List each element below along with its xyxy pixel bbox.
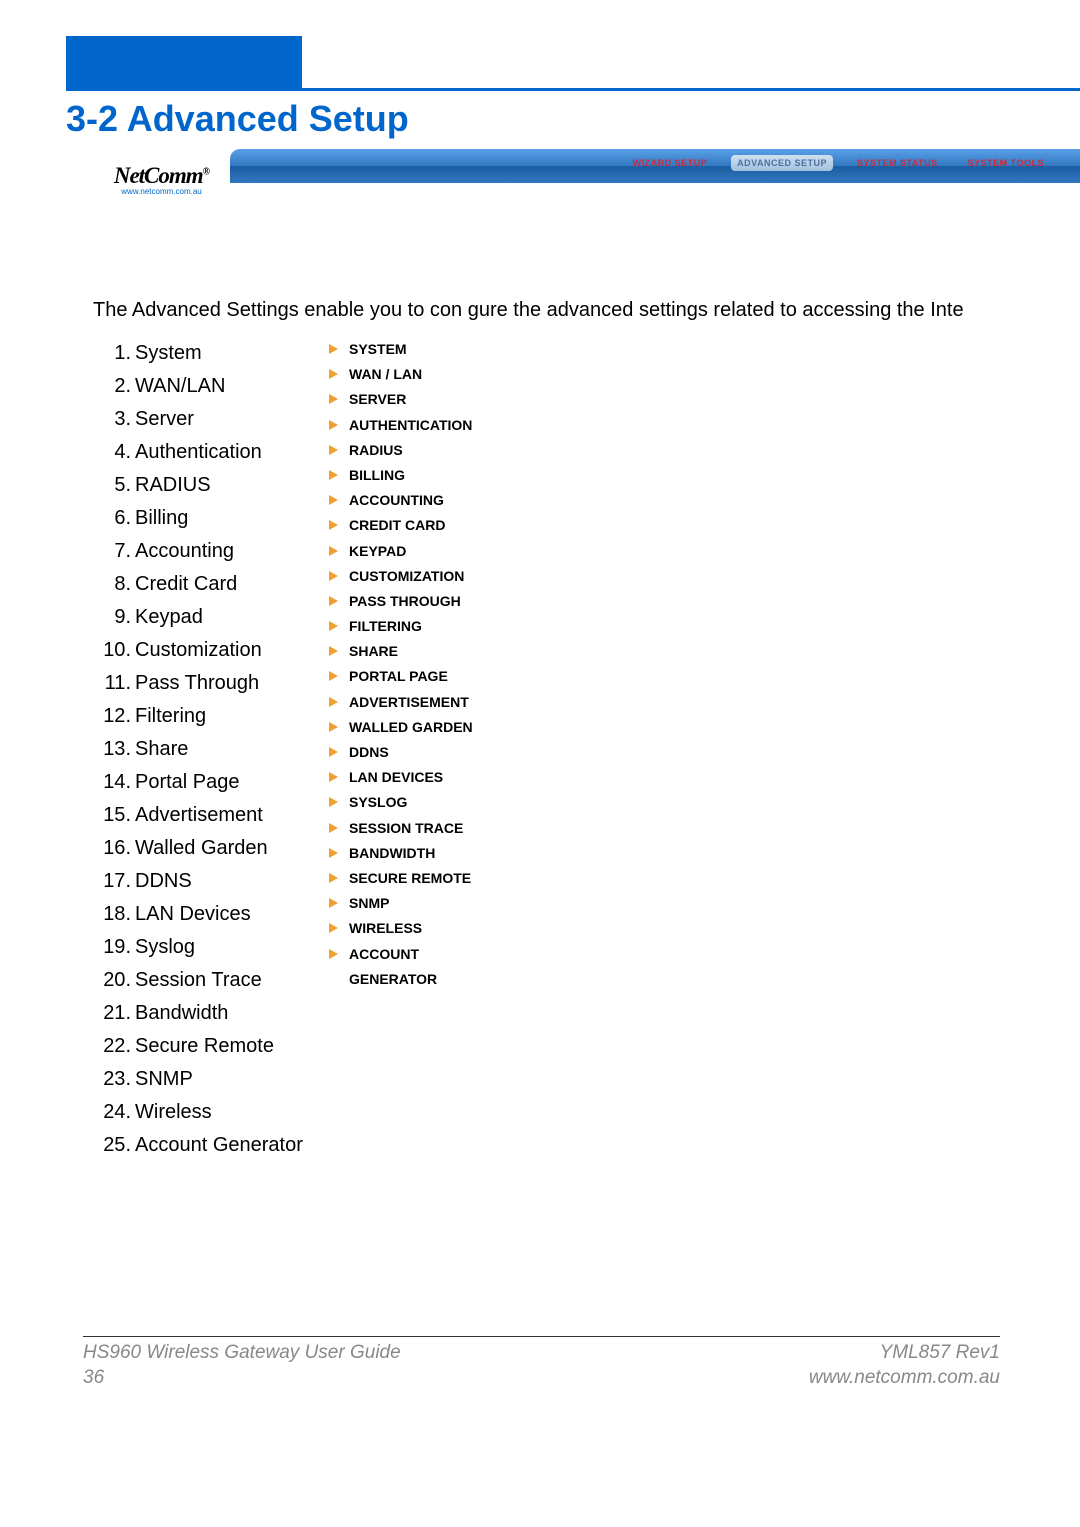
settings-menu-item[interactable]: SYSLOG	[327, 790, 473, 815]
footer-rule	[83, 1336, 1000, 1337]
header-block	[66, 36, 302, 88]
settings-text-item: Walled Garden	[93, 832, 331, 865]
settings-text-item: RADIUS	[93, 469, 331, 502]
settings-menu-item[interactable]: BANDWIDTH	[327, 841, 473, 866]
settings-text-item: Advertisement	[93, 799, 331, 832]
footer-guide-title: HS960 Wireless Gateway User Guide	[83, 1341, 401, 1366]
settings-text-item: Customization	[93, 634, 331, 667]
settings-menu-item[interactable]: PORTAL PAGE	[327, 664, 473, 689]
settings-text-list: SystemWAN/LANServerAuthenticationRADIUSB…	[93, 337, 331, 1162]
tab-system-status[interactable]: SYSTEM STATUS	[851, 155, 944, 171]
logo-text: NetComm®	[93, 149, 230, 189]
intro-paragraph: The Advanced Settings enable you to con …	[93, 299, 1080, 322]
settings-menu-item[interactable]: FILTERING	[327, 614, 473, 639]
settings-menu-item[interactable]: SYSTEM	[327, 337, 473, 362]
banner-tabs: WIZARD SETUP ADVANCED SETUP SYSTEM STATU…	[627, 155, 1050, 171]
banner-gradient: WIZARD SETUP ADVANCED SETUP SYSTEM STATU…	[230, 149, 1080, 183]
registered-icon: ®	[203, 166, 209, 177]
settings-text-item: Pass Through	[93, 667, 331, 700]
tab-system-tools[interactable]: SYSTEM TOOLS	[962, 155, 1050, 171]
footer-site: www.netcomm.com.au	[809, 1366, 1000, 1391]
settings-text-item: SNMP	[93, 1063, 331, 1096]
settings-menu-item[interactable]: DDNS	[327, 740, 473, 765]
settings-text-item: Portal Page	[93, 766, 331, 799]
settings-text-item: Secure Remote	[93, 1030, 331, 1063]
settings-text-item: Billing	[93, 502, 331, 535]
footer-page-number: 36	[83, 1366, 401, 1391]
footer-revision: YML857 Rev1	[809, 1341, 1000, 1366]
settings-text-item: Syslog	[93, 931, 331, 964]
settings-text-item: Server	[93, 403, 331, 436]
footer-right: YML857 Rev1 www.netcomm.com.au	[809, 1341, 1000, 1390]
settings-menu-item[interactable]: SNMP	[327, 891, 473, 916]
settings-text-item: Accounting	[93, 535, 331, 568]
settings-menu-item[interactable]: SESSION TRACE	[327, 816, 473, 841]
settings-menu-item[interactable]: KEYPAD	[327, 539, 473, 564]
page-footer: HS960 Wireless Gateway User Guide 36 YML…	[83, 1336, 1000, 1390]
settings-text-item: Keypad	[93, 601, 331, 634]
footer-left: HS960 Wireless Gateway User Guide 36	[83, 1341, 401, 1390]
settings-text-item: Account Generator	[93, 1129, 331, 1162]
settings-menu-item[interactable]: LAN DEVICES	[327, 765, 473, 790]
settings-menu-item[interactable]: ADVERTISEMENT	[327, 690, 473, 715]
settings-text-item: Credit Card	[93, 568, 331, 601]
logo-name: NetComm	[114, 163, 203, 188]
tab-advanced-setup[interactable]: ADVANCED SETUP	[731, 155, 833, 171]
settings-menu-item[interactable]: PASS THROUGH	[327, 589, 473, 614]
settings-menu-item[interactable]: WAN / LAN	[327, 362, 473, 387]
settings-text-item: Wireless	[93, 1096, 331, 1129]
settings-menu-item[interactable]: CREDIT CARD	[327, 513, 473, 538]
settings-menu-item[interactable]: ACCOUNTING	[327, 488, 473, 513]
settings-menu-item[interactable]: SHARE	[327, 639, 473, 664]
header-rule	[66, 88, 1080, 91]
settings-text-item: System	[93, 337, 331, 370]
settings-text-item: WAN/LAN	[93, 370, 331, 403]
settings-text-item: Authentication	[93, 436, 331, 469]
settings-text-item: Session Trace	[93, 964, 331, 997]
settings-menu-item[interactable]: ACCOUNT GENERATOR	[327, 942, 473, 992]
section-heading: 3-2 Advanced Setup	[66, 98, 409, 140]
settings-menu-item[interactable]: SECURE REMOTE	[327, 866, 473, 891]
logo-area: NetComm® www.netcomm.com.au	[93, 149, 230, 213]
settings-text-item: Filtering	[93, 700, 331, 733]
settings-menu-item[interactable]: SERVER	[327, 387, 473, 412]
settings-menu-item[interactable]: BILLING	[327, 463, 473, 488]
settings-menu-item[interactable]: RADIUS	[327, 438, 473, 463]
settings-menu-item[interactable]: WALLED GARDEN	[327, 715, 473, 740]
settings-text-item: DDNS	[93, 865, 331, 898]
settings-text-item: Share	[93, 733, 331, 766]
router-banner: NetComm® www.netcomm.com.au WIZARD SETUP…	[93, 149, 1080, 213]
settings-text-item: Bandwidth	[93, 997, 331, 1030]
settings-text-item: LAN Devices	[93, 898, 331, 931]
settings-menu-item[interactable]: AUTHENTICATION	[327, 413, 473, 438]
content-columns: SystemWAN/LANServerAuthenticationRADIUSB…	[93, 337, 473, 1162]
settings-menu-item[interactable]: CUSTOMIZATION	[327, 564, 473, 589]
tab-wizard-setup[interactable]: WIZARD SETUP	[627, 155, 714, 171]
settings-menu-item[interactable]: WIRELESS	[327, 916, 473, 941]
settings-menu-list: SYSTEMWAN / LANSERVERAUTHENTICATIONRADIU…	[327, 337, 473, 992]
